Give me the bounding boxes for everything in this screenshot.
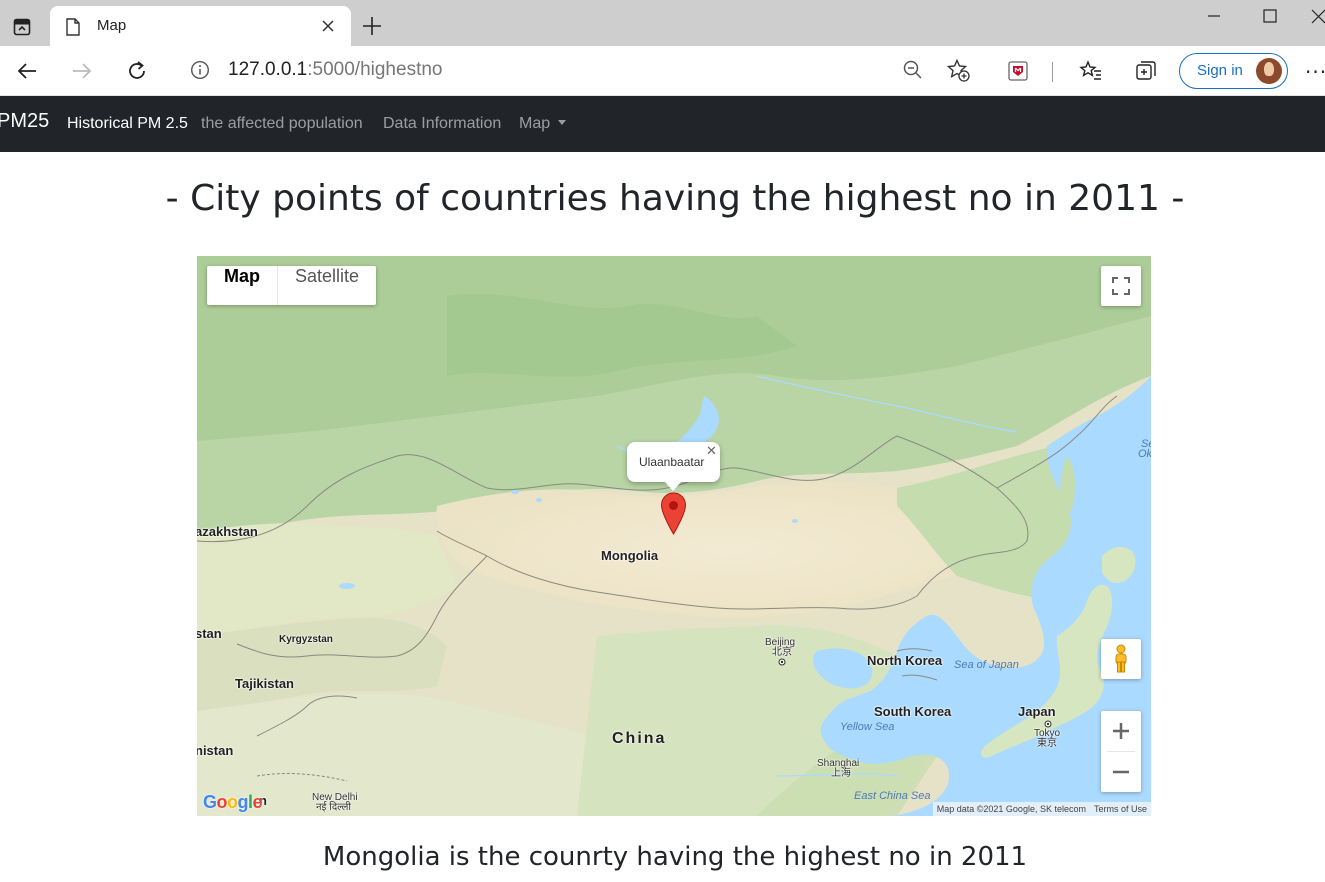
extension-icon[interactable]: [1005, 58, 1031, 84]
map-label-north-korea: North Korea: [867, 653, 943, 668]
minimize-icon[interactable]: [1200, 6, 1228, 28]
zoom-in-button[interactable]: [1101, 711, 1141, 751]
more-menu-icon[interactable]: ···: [1305, 60, 1325, 84]
map-base-terrain: [197, 256, 1151, 816]
browser-tab[interactable]: Map: [50, 6, 351, 46]
map-label-tokyo-local: 東京: [1037, 738, 1057, 749]
nav-link-affected-population[interactable]: the affected population: [201, 115, 363, 133]
beijing-dot-icon: [778, 658, 786, 666]
refresh-icon[interactable]: [122, 56, 152, 86]
map-label-nistan: nistan: [197, 743, 234, 758]
map-label-japan: Japan: [1018, 704, 1056, 719]
forward-icon[interactable]: [67, 56, 97, 86]
nav-link-historical[interactable]: Historical PM 2.5: [67, 115, 188, 133]
info-window-text: Ulaanbaatar: [639, 455, 705, 469]
nav-dropdown-map-label: Map: [519, 115, 551, 132]
map-label-south-korea: South Korea: [874, 704, 952, 719]
fullscreen-button[interactable]: [1101, 266, 1141, 306]
url-path: :5000/highestno: [307, 59, 443, 80]
street-view-button[interactable]: [1101, 639, 1141, 679]
zoom-out-button[interactable]: [1101, 752, 1141, 792]
avatar: [1256, 58, 1282, 84]
map-label-stan: stan: [197, 626, 222, 641]
pegman-icon: [1115, 644, 1127, 673]
url-text[interactable]: 127.0.0.1:5000/highestno: [228, 59, 442, 81]
map-label-sea-of-japan: Sea of Japan: [954, 659, 1019, 671]
address-bar[interactable]: 127.0.0.1:5000/highestno: [172, 51, 984, 89]
google-logo: Google: [203, 792, 263, 812]
map-label-kyrgyzstan: Kyrgyzstan: [279, 634, 333, 645]
browser-toolbar: 127.0.0.1:5000/highestno Sign in ···: [0, 46, 1325, 96]
map-label-yellow-sea: Yellow Sea: [840, 721, 895, 733]
map-type-control: Map Satellite: [207, 266, 377, 305]
close-window-icon[interactable]: [1310, 6, 1325, 28]
map-label-kazakhstan: azakhstan: [197, 524, 258, 539]
sign-in-button[interactable]: Sign in: [1179, 53, 1288, 89]
map-data-credit: Map data ©2021 Google, SK telecom: [936, 804, 1086, 814]
caret-down-icon: [558, 120, 567, 125]
fullscreen-icon: [1112, 277, 1130, 295]
map-attribution: Map data ©2021 Google, SK telecom Terms …: [932, 802, 1151, 816]
back-icon[interactable]: [12, 56, 42, 86]
navbar-brand[interactable]: PM25: [0, 110, 49, 133]
nav-dropdown-map[interactable]: Map: [519, 115, 567, 133]
google-map[interactable]: Map Satellite azakhstan Mongolia stan Ky…: [197, 256, 1151, 816]
maximize-icon[interactable]: [1256, 6, 1284, 28]
plus-icon: [1113, 723, 1129, 739]
zoom-out-icon[interactable]: [902, 59, 924, 85]
map-label-beijing-local: 北京: [772, 647, 792, 658]
page-icon: [66, 18, 80, 40]
sign-in-label: Sign in: [1197, 62, 1243, 79]
app-navbar: PM25 Historical PM 2.5 the affected popu…: [0, 96, 1325, 152]
tab-title: Map: [97, 17, 127, 34]
map-label-mongolia: Mongolia: [601, 548, 659, 563]
close-tab-icon[interactable]: [319, 17, 337, 35]
tab-actions-icon[interactable]: [8, 13, 36, 41]
zoom-control: [1101, 711, 1141, 792]
info-window-close-icon[interactable]: ✕: [706, 444, 717, 459]
map-marker-icon[interactable]: [660, 492, 687, 535]
map-label-new-delhi-local: नई दिल्ली: [316, 802, 352, 813]
tokyo-dot-icon: [1044, 720, 1052, 728]
map-label-shanghai-local: 上海: [831, 768, 851, 779]
result-caption: Mongolia is the counrty having the highe…: [322, 842, 1028, 872]
new-tab-icon[interactable]: [360, 14, 384, 38]
browser-tabstrip: Map: [0, 0, 1325, 46]
map-label-china: China: [612, 730, 667, 747]
add-favorite-icon[interactable]: [946, 58, 970, 86]
map-label-ok-fragment: Ok: [1138, 448, 1151, 460]
map-info-window: Ulaanbaatar ✕: [627, 442, 720, 491]
map-type-satellite-button[interactable]: Satellite: [277, 266, 376, 305]
nav-link-data-information[interactable]: Data Information: [383, 115, 501, 133]
map-label-tajikistan: Tajikistan: [235, 676, 295, 691]
page-title: - City points of countries having the hi…: [165, 178, 1185, 219]
map-label-east-china-sea: East China Sea: [854, 790, 931, 802]
map-type-map-button[interactable]: Map: [207, 266, 277, 305]
site-info-icon[interactable]: [190, 60, 210, 84]
url-host: 127.0.0.1: [228, 59, 308, 80]
minus-icon: [1113, 770, 1129, 774]
collections-icon[interactable]: [1133, 58, 1159, 84]
favorites-icon[interactable]: [1078, 58, 1104, 84]
toolbar-divider: [1052, 62, 1053, 82]
terms-of-use-link[interactable]: Terms of Use: [1094, 804, 1147, 814]
